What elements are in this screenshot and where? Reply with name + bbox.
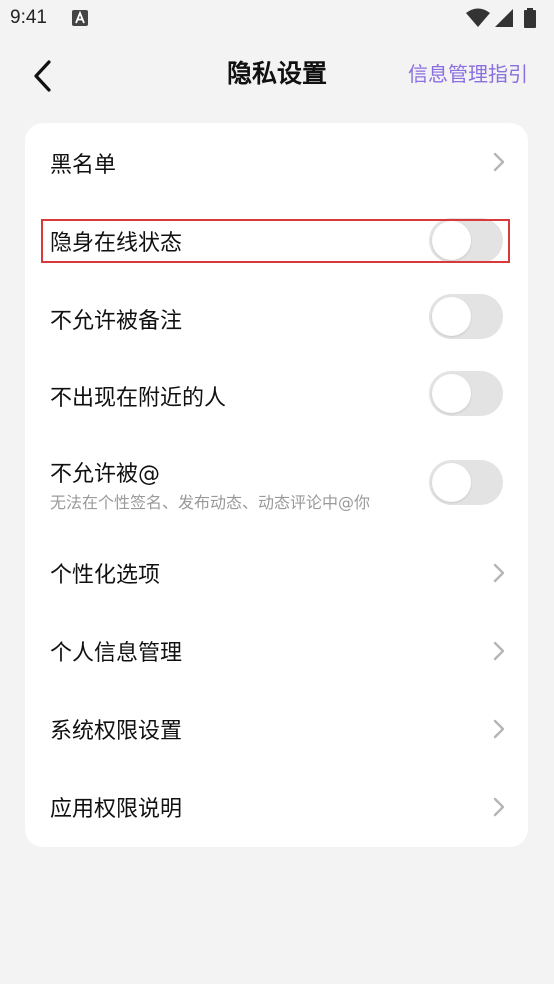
chevron-right-icon xyxy=(493,563,505,583)
settings-card: 黑名单 隐身在线状态 不允许被备注 不出现在附近的人 不允许被@ 无法在个性签名… xyxy=(25,123,528,847)
no-remark-row: 不允许被备注 xyxy=(25,279,528,357)
chevron-right-icon xyxy=(493,719,505,739)
no-mention-row: 不允许被@ 无法在个性签名、发布动态、动态评论中@你 xyxy=(25,435,528,535)
no-nearby-toggle[interactable] xyxy=(429,371,503,416)
no-nearby-row: 不出现在附近的人 xyxy=(25,357,528,435)
toggle-knob xyxy=(432,221,471,260)
system-permission-row[interactable]: 系统权限设置 xyxy=(25,691,528,769)
toggle-knob xyxy=(432,374,471,413)
nav-bar: 隐私设置 信息管理指引 xyxy=(0,38,554,108)
personalize-row[interactable]: 个性化选项 xyxy=(25,535,528,613)
blacklist-row[interactable]: 黑名单 xyxy=(25,123,528,201)
row-label: 黑名单 xyxy=(50,153,117,178)
app-permission-row[interactable]: 应用权限说明 xyxy=(25,769,528,847)
toggle-knob xyxy=(432,297,471,336)
row-label: 不出现在附近的人 xyxy=(50,386,227,411)
row-label: 不允许被@ xyxy=(50,462,161,487)
chevron-right-icon xyxy=(493,641,505,661)
battery-icon xyxy=(524,8,536,28)
row-label: 应用权限说明 xyxy=(50,797,183,822)
row-label: 个人信息管理 xyxy=(50,641,183,666)
info-guide-link[interactable]: 信息管理指引 xyxy=(408,58,528,87)
row-label: 不允许被备注 xyxy=(50,309,183,334)
row-label: 系统权限设置 xyxy=(50,719,183,744)
signal-icon xyxy=(495,9,513,27)
row-sublabel: 无法在个性签名、发布动态、动态评论中@你 xyxy=(50,493,371,512)
row-label: 个性化选项 xyxy=(50,563,161,588)
chevron-right-icon xyxy=(493,152,505,172)
status-bar: 9:41 xyxy=(0,0,554,38)
toggle-knob xyxy=(432,463,471,502)
chevron-right-icon xyxy=(493,797,505,817)
wifi-icon xyxy=(466,8,490,27)
invisible-status-row: 隐身在线状态 xyxy=(25,201,528,279)
status-time: 9:41 xyxy=(10,7,47,28)
status-icons xyxy=(466,8,542,28)
row-label: 隐身在线状态 xyxy=(50,231,183,256)
a-notification-icon xyxy=(72,10,88,26)
invisible-status-toggle[interactable] xyxy=(429,218,503,263)
personal-info-row[interactable]: 个人信息管理 xyxy=(25,613,528,691)
no-remark-toggle[interactable] xyxy=(429,294,503,339)
no-mention-toggle[interactable] xyxy=(429,460,503,505)
